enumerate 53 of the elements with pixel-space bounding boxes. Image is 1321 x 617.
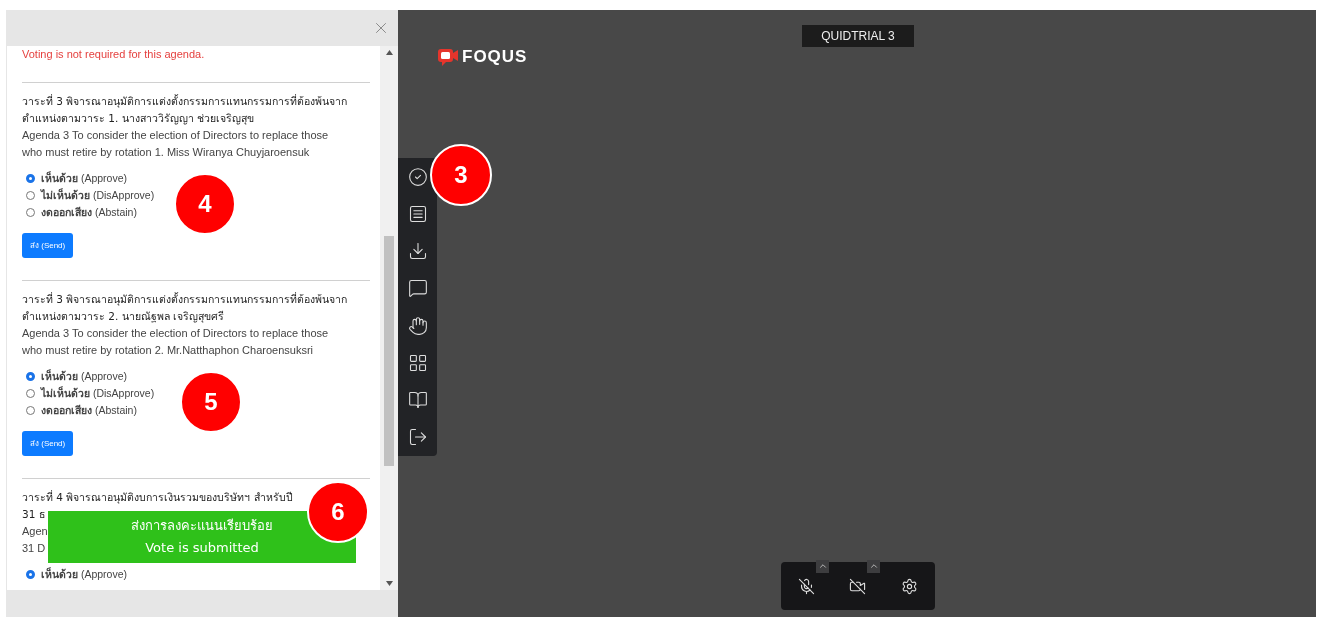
radio-button[interactable] bbox=[26, 405, 35, 415]
radio-button[interactable] bbox=[26, 190, 35, 200]
callout-badge: 4 bbox=[174, 173, 236, 235]
agenda-thai-heading: ตำแหน่งตามวาระ 1. นางสาววิรัญญา ช่วยเจริญสุข bbox=[22, 111, 255, 127]
list-icon[interactable] bbox=[407, 203, 428, 224]
callout-badge: 6 bbox=[307, 481, 369, 543]
download-icon[interactable] bbox=[407, 241, 428, 262]
agenda-thai-heading: ตำแหน่งตามวาระ 2. นายณัฐพล เจริญสุขศรี bbox=[22, 309, 225, 325]
grid-icon[interactable] bbox=[407, 352, 428, 373]
radio-button[interactable] bbox=[26, 388, 35, 398]
agenda-thai-heading: วาระที่ 4 พิจารณาอนุมัติงบการเงินรวมของบริษัทฯ สำหรับปี bbox=[22, 489, 293, 506]
caret-icon[interactable] bbox=[867, 559, 881, 573]
toast-text: ส่งการลงคะแนนเรียบร้อย bbox=[131, 517, 273, 535]
camera-chat-icon bbox=[437, 48, 459, 66]
callout-badge: 3 bbox=[430, 144, 492, 206]
agenda-english-heading: who must retire by rotation 2. Mr.Natthaphon Charoensuksri bbox=[22, 343, 314, 358]
book-icon[interactable] bbox=[407, 390, 428, 411]
agenda-english-heading: who must retire by rotation 1. Miss Wiranya Chuyjaroensuk bbox=[22, 145, 310, 160]
callout-badge: 5 bbox=[180, 371, 242, 433]
send-button[interactable]: ส่ง (Send) bbox=[22, 431, 74, 456]
agenda-thai-heading: 31 ธ bbox=[22, 507, 45, 522]
scroll-up-icon[interactable] bbox=[385, 50, 393, 55]
vote-option[interactable]: งดออกเสียง (Abstain) bbox=[26, 204, 137, 220]
send-button[interactable]: ส่ง (Send) bbox=[22, 233, 74, 258]
agenda-english-heading: 31 D bbox=[22, 541, 46, 556]
caret-icon[interactable] bbox=[816, 559, 830, 573]
agenda-english-heading: Agenda 3 To consider the election of Directors to replace those bbox=[22, 326, 329, 341]
settings-icon[interactable] bbox=[900, 577, 918, 595]
chat-icon[interactable] bbox=[407, 278, 428, 299]
scroll-thumb[interactable] bbox=[384, 236, 394, 466]
vote-option[interactable]: งดออกเสียง (Abstain) bbox=[26, 402, 137, 418]
vote-option[interactable]: ไม่เห็นด้วย (DisApprove) bbox=[26, 187, 155, 203]
hand-icon[interactable] bbox=[407, 315, 428, 336]
agenda-english-heading: Agen bbox=[22, 524, 48, 539]
room-title: QUIDTRIAL 3 bbox=[802, 25, 914, 47]
vote-option[interactable]: เห็นด้วย (Approve) bbox=[26, 368, 128, 384]
vote-option[interactable]: เห็นด้วย (Approve) bbox=[26, 566, 128, 582]
vote-option[interactable]: ไม่เห็นด้วย (DisApprove) bbox=[26, 385, 155, 401]
radio-button[interactable] bbox=[26, 207, 35, 217]
vote-option[interactable]: เห็นด้วย (Approve) bbox=[26, 170, 128, 186]
check-circle-icon[interactable] bbox=[407, 166, 428, 187]
logo-text: FOQUS bbox=[462, 47, 528, 67]
notice-text: Voting is not required for this agenda. bbox=[22, 48, 206, 62]
agenda-english-heading: Agenda 3 To consider the election of Directors to replace those bbox=[22, 128, 329, 143]
radio-button[interactable] bbox=[26, 569, 35, 579]
radio-button[interactable] bbox=[26, 173, 35, 183]
exit-icon[interactable] bbox=[407, 427, 428, 448]
scrollbar[interactable] bbox=[380, 46, 398, 590]
agenda-thai-heading: วาระที่ 3 พิจารณาอนุมัติการแต่งตั้งกรรมการแทนกรรมการที่ต้องพ้นจาก bbox=[22, 291, 348, 308]
agenda-thai-heading: วาระที่ 3 พิจารณาอนุมัติการแต่งตั้งกรรมการแทนกรรมการที่ต้องพ้นจาก bbox=[22, 93, 348, 110]
radio-button[interactable] bbox=[26, 371, 35, 381]
scroll-down-icon[interactable] bbox=[385, 581, 393, 586]
toast-text: Vote is submitted bbox=[145, 539, 259, 557]
